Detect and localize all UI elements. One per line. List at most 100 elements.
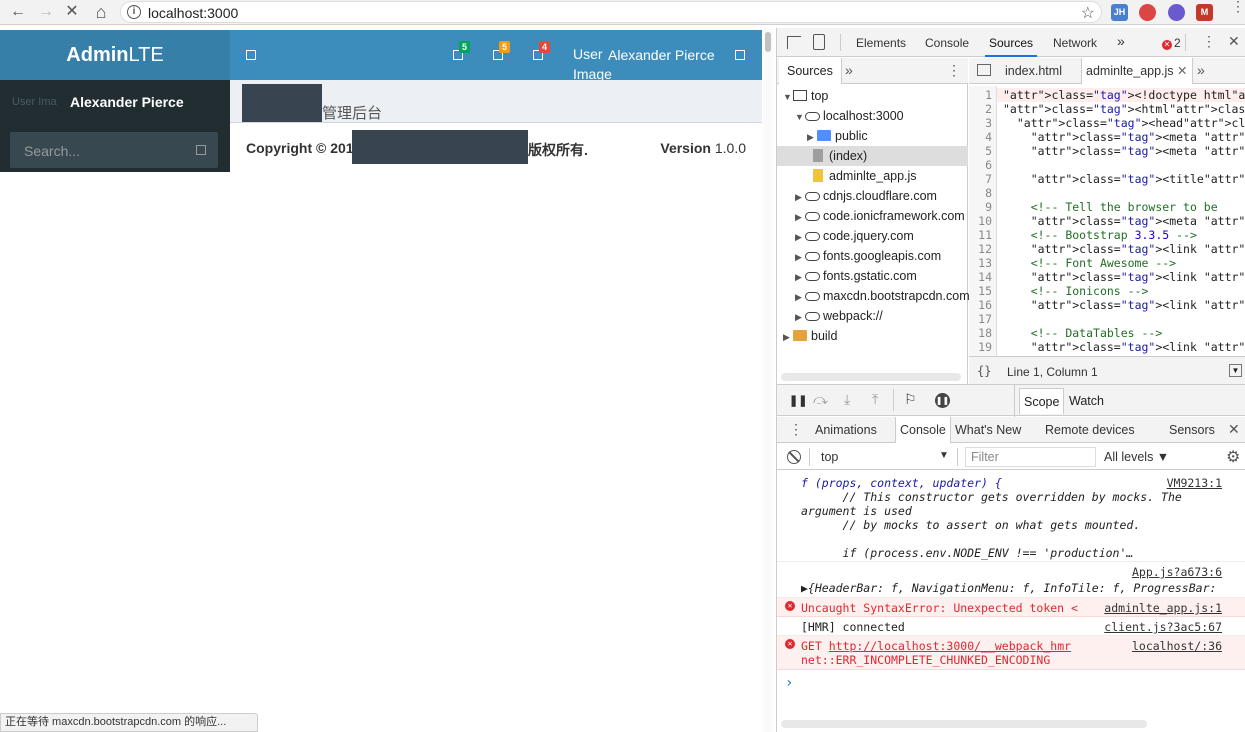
toggle-navigator-icon[interactable] <box>977 64 991 76</box>
drawer-tab-animations[interactable]: Animations <box>815 423 877 437</box>
log-levels-dropdown[interactable]: All levels ▼ <box>1104 450 1169 464</box>
console-error-network[interactable]: ✕ GET http://localhost:3000/__webpack_hm… <box>777 636 1245 670</box>
console-filter-input[interactable]: Filter <box>965 447 1096 467</box>
close-devtools-icon[interactable]: ✕ <box>1228 33 1240 50</box>
tab-watch[interactable]: Watch <box>1069 394 1104 408</box>
expand-icon[interactable]: ▶ <box>795 227 805 247</box>
tab-elements[interactable]: Elements <box>856 36 906 50</box>
console-message-hmr[interactable]: [HMR] connected client.js?3ac5:67 <box>777 617 1245 636</box>
extension-icon[interactable] <box>1139 4 1156 21</box>
navigator-scrollbar[interactable] <box>781 373 961 381</box>
close-tab-icon[interactable]: ✕ <box>1177 64 1187 78</box>
file-tree-item[interactable]: ▼ localhost:3000 <box>777 106 968 126</box>
more-tabs-icon[interactable]: » <box>1117 33 1125 49</box>
navigator-tab-sources[interactable]: Sources <box>779 58 842 84</box>
line-number[interactable]: 12 <box>978 242 992 256</box>
line-number[interactable]: 10 <box>978 214 992 228</box>
bookmark-star-icon[interactable]: ☆ <box>1081 3 1095 23</box>
file-tree-item[interactable]: ▶ public <box>777 126 968 146</box>
line-number[interactable]: 14 <box>978 270 992 284</box>
error-counter[interactable]: ✕ 2 <box>1162 36 1181 50</box>
console-message-function[interactable]: f (props, context, updater) { // This co… <box>777 471 1245 562</box>
more-navigator-tabs-icon[interactable]: » <box>845 62 853 78</box>
sidebar-search[interactable]: Search... <box>10 132 218 168</box>
console-error-syntax[interactable]: ✕ Uncaught SyntaxError: Unexpected token… <box>777 598 1245 617</box>
tab-console[interactable]: Console <box>925 36 969 50</box>
expand-icon[interactable]: ▶ <box>795 307 805 327</box>
line-number[interactable]: 6 <box>985 158 992 172</box>
tab-scope[interactable]: Scope <box>1019 388 1065 414</box>
file-tree-item[interactable]: (index) <box>777 146 968 166</box>
file-tree-item[interactable]: ▶ fonts.gstatic.com <box>777 266 968 286</box>
line-number[interactable]: 8 <box>985 186 992 200</box>
step-over-icon[interactable]: ⤼ <box>813 391 828 408</box>
info-icon[interactable]: i <box>127 5 141 19</box>
line-number[interactable]: 13 <box>978 256 992 270</box>
expand-icon[interactable]: ▶ <box>807 127 817 147</box>
file-tree-item[interactable]: ▶ build <box>777 326 968 346</box>
code-view[interactable]: 1 2 3 4 5 6 7 8 9 10 11 12 13 14 15 16 17 18 19 "attr">cla… <box>969 86 1245 370</box>
pause-icon[interactable]: ❚❚ <box>789 394 807 407</box>
line-number[interactable]: 15 <box>978 284 992 298</box>
line-number[interactable]: 3 <box>985 116 992 130</box>
console-source-link[interactable]: App.js?a673:6 <box>1132 565 1222 579</box>
expand-icon[interactable]: ▶ <box>783 327 793 347</box>
file-tree-item[interactable]: ▼ top <box>777 86 968 106</box>
navigator-menu-icon[interactable]: ⋮ <box>947 62 961 79</box>
editor-tab-adminlte-app-js[interactable]: adminlte_app.js ✕ <box>1081 58 1193 84</box>
console-source-link[interactable]: adminlte_app.js:1 <box>1104 601 1222 615</box>
drawer-tab-sensors[interactable]: Sensors <box>1169 423 1215 437</box>
line-number[interactable]: 16 <box>978 298 992 312</box>
line-number[interactable]: 17 <box>978 312 992 326</box>
console-settings-gear-icon[interactable]: ⚙ <box>1226 447 1240 467</box>
clear-console-icon[interactable] <box>787 450 801 464</box>
console-url-link[interactable]: http://localhost:3000/__webpack_hmr <box>829 639 1071 653</box>
extension-m-icon[interactable]: M <box>1196 4 1213 21</box>
line-number[interactable]: 5 <box>985 144 992 158</box>
console-scrollbar[interactable] <box>781 720 1147 728</box>
step-out-icon[interactable]: ⤒ <box>872 391 878 408</box>
line-number[interactable]: 9 <box>985 200 992 214</box>
context-dropdown-icon[interactable]: ▼ <box>939 450 949 461</box>
more-editor-tabs-icon[interactable]: » <box>1197 62 1205 78</box>
page-scrollbar[interactable] <box>763 28 773 732</box>
address-bar[interactable]: i localhost:3000 ☆ <box>120 1 1102 23</box>
collapse-icon[interactable]: ▼ <box>783 87 793 107</box>
step-into-icon[interactable]: ⤓ <box>844 391 850 408</box>
file-tree-item[interactable]: ▶ cdnjs.cloudflare.com <box>777 186 968 206</box>
back-icon[interactable]: ← <box>8 2 28 22</box>
line-number[interactable]: 18 <box>978 326 992 340</box>
line-number[interactable]: 1 <box>985 88 992 102</box>
devtools-menu-icon[interactable]: ⋮ <box>1202 33 1216 50</box>
line-number[interactable]: 11 <box>978 228 992 242</box>
expand-icon[interactable]: ▶ <box>795 247 805 267</box>
stop-icon[interactable]: ✕ <box>62 2 82 22</box>
extension-jh-icon[interactable]: JH <box>1111 4 1128 21</box>
expand-icon[interactable]: ▶ <box>795 267 805 287</box>
file-tree-item[interactable]: adminlte_app.js <box>777 166 968 186</box>
console-source-link[interactable]: client.js?3ac5:67 <box>1104 620 1222 634</box>
expand-icon[interactable]: ▶ <box>795 207 805 227</box>
inspect-element-icon[interactable] <box>787 36 801 49</box>
line-number[interactable]: 7 <box>985 172 992 186</box>
device-toolbar-icon[interactable] <box>813 34 825 50</box>
file-tree-item[interactable]: ▶ fonts.googleapis.com <box>777 246 968 266</box>
console-source-link[interactable]: localhost/:36 <box>1132 639 1222 653</box>
user-image-alt[interactable]: User Image <box>573 44 612 84</box>
extension-icon[interactable] <box>1168 4 1185 21</box>
browser-menu-icon[interactable]: ⋮ <box>1231 0 1245 13</box>
line-number[interactable]: 2 <box>985 102 992 116</box>
admin-logo[interactable]: AdminLTE <box>0 30 230 80</box>
context-selector[interactable]: top <box>821 450 838 464</box>
pretty-print-icon[interactable]: {} <box>977 364 991 378</box>
file-tree-item[interactable]: ▶ code.jquery.com <box>777 226 968 246</box>
tab-sources[interactable]: Sources <box>984 36 1038 57</box>
expand-icon[interactable]: ▶ <box>795 187 805 207</box>
toggle-debugger-icon[interactable]: ▼ <box>1229 364 1242 377</box>
line-number[interactable]: 4 <box>985 130 992 144</box>
console-message-object[interactable]: App.js?a673:6 ▶{HeaderBar: f, Navigation… <box>777 562 1245 598</box>
user-menu-name[interactable]: Alexander Pierce <box>608 47 715 63</box>
drawer-tab-whats-new[interactable]: What's New <box>955 423 1021 437</box>
tab-network[interactable]: Network <box>1053 36 1097 50</box>
file-tree-item[interactable]: ▶ webpack:// <box>777 306 968 326</box>
